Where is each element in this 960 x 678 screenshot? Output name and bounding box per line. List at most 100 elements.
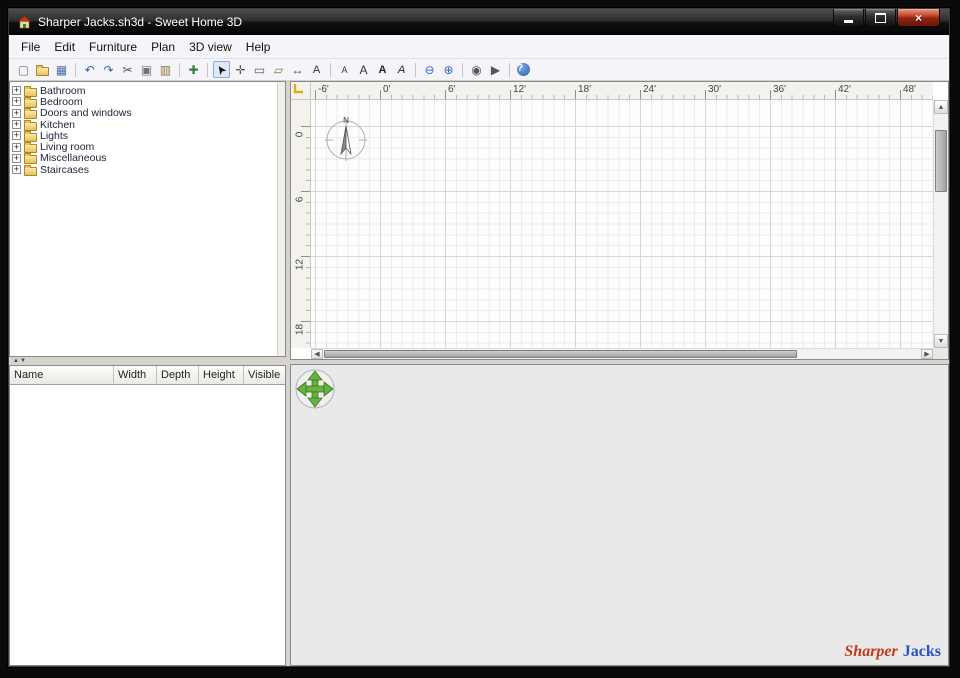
scroll-up-icon[interactable]: ▲ bbox=[934, 100, 948, 114]
create-dimensions-icon-glyph: ↔ bbox=[292, 63, 304, 77]
catalog-category-lights[interactable]: +Lights bbox=[12, 130, 275, 141]
undo-icon[interactable]: ↶ bbox=[81, 61, 98, 78]
expand-icon[interactable]: + bbox=[12, 131, 21, 140]
add-text-icon[interactable]: A bbox=[308, 61, 325, 78]
plan-canvas[interactable]: N bbox=[311, 100, 933, 348]
pan-tool-icon-glyph: ✛ bbox=[235, 63, 245, 77]
ruler-corner bbox=[291, 82, 311, 100]
menu-help[interactable]: Help bbox=[239, 37, 278, 57]
h-ruler-label: 6' bbox=[448, 84, 455, 95]
expand-icon[interactable]: + bbox=[12, 154, 21, 163]
close-icon: × bbox=[915, 11, 922, 25]
column-header-name[interactable]: Name bbox=[10, 366, 114, 385]
furniture-list-panel[interactable]: NameWidthDepthHeightVisible bbox=[9, 365, 286, 666]
save-icon-glyph: ▦ bbox=[56, 63, 67, 77]
copy-icon[interactable]: ▣ bbox=[138, 61, 155, 78]
cut-icon[interactable]: ✂ bbox=[119, 61, 136, 78]
3d-navigation-icon[interactable] bbox=[294, 368, 336, 410]
catalog-scrollbar[interactable] bbox=[277, 82, 285, 356]
redo-icon[interactable]: ↷ bbox=[100, 61, 117, 78]
scroll-right-icon[interactable]: ▶ bbox=[921, 349, 933, 359]
menu-plan[interactable]: Plan bbox=[144, 37, 182, 57]
decrease-text-size-icon[interactable]: A bbox=[336, 61, 353, 78]
create-walls-icon[interactable]: ▭ bbox=[251, 61, 268, 78]
zoom-out-icon-glyph: ⊖ bbox=[424, 63, 434, 77]
catalog-category-kitchen[interactable]: +Kitchen bbox=[12, 119, 275, 130]
save-icon[interactable]: ▦ bbox=[53, 61, 70, 78]
open-icon[interactable] bbox=[34, 61, 51, 78]
expand-icon[interactable]: + bbox=[12, 143, 21, 152]
compass-icon[interactable]: N bbox=[324, 114, 368, 162]
compass-north-label: N bbox=[343, 116, 349, 125]
column-header-depth[interactable]: Depth bbox=[157, 366, 199, 385]
create-photo-icon[interactable]: ◉ bbox=[468, 61, 485, 78]
menu-edit[interactable]: Edit bbox=[47, 37, 82, 57]
bold-icon[interactable]: A bbox=[374, 61, 391, 78]
select-tool-icon[interactable]: ➤ bbox=[213, 61, 230, 78]
expand-icon[interactable]: + bbox=[12, 109, 21, 118]
toolbar-separator bbox=[75, 63, 76, 77]
view-3d-panel[interactable]: SharperJacks bbox=[290, 364, 949, 666]
menu-3d-view[interactable]: 3D view bbox=[182, 37, 239, 57]
expand-icon[interactable]: + bbox=[12, 86, 21, 95]
column-header-height[interactable]: Height bbox=[199, 366, 244, 385]
create-rooms-icon[interactable]: ▱ bbox=[270, 61, 287, 78]
toolbar-separator bbox=[415, 63, 416, 77]
zoom-in-icon-glyph: ⊕ bbox=[443, 63, 453, 77]
menu-file[interactable]: File bbox=[14, 37, 47, 57]
zoom-in-icon[interactable]: ⊕ bbox=[440, 61, 457, 78]
expand-icon[interactable]: + bbox=[12, 165, 21, 174]
create-video-icon[interactable]: ▶ bbox=[487, 61, 504, 78]
paste-icon[interactable]: ▥ bbox=[157, 61, 174, 78]
h-ruler-label: 30' bbox=[708, 84, 721, 95]
h-ruler-label: 42' bbox=[838, 84, 851, 95]
add-furniture-icon[interactable]: ✚ bbox=[185, 61, 202, 78]
copy-icon-glyph: ▣ bbox=[141, 63, 152, 77]
furniture-catalog-panel[interactable]: +Bathroom+Bedroom+Doors and windows+Kitc… bbox=[9, 81, 286, 357]
pan-tool-icon[interactable]: ✛ bbox=[232, 61, 249, 78]
catalog-category-bedroom[interactable]: +Bedroom bbox=[12, 96, 275, 107]
catalog-list-splitter[interactable]: ▲▼ bbox=[9, 357, 286, 365]
column-header-visible[interactable]: Visible bbox=[244, 366, 285, 385]
splitter-arrows-icon[interactable]: ▲▼ bbox=[13, 357, 27, 365]
add-furniture-icon-glyph: ✚ bbox=[188, 63, 198, 77]
title-bar[interactable]: Sharper Jacks.sh3d - Sweet Home 3D × bbox=[9, 9, 949, 35]
horizontal-scroll-thumb[interactable] bbox=[324, 350, 797, 358]
help-icon[interactable]: ? bbox=[515, 61, 532, 78]
minimize-button[interactable] bbox=[833, 9, 864, 27]
catalog-category-staircases[interactable]: +Staircases bbox=[12, 164, 275, 175]
toolbar-separator bbox=[509, 63, 510, 77]
expand-icon[interactable]: + bbox=[12, 97, 21, 106]
folder-icon bbox=[24, 155, 37, 164]
scroll-down-icon[interactable]: ▼ bbox=[934, 334, 948, 348]
furniture-table-header: NameWidthDepthHeightVisible bbox=[10, 366, 285, 385]
italic-icon[interactable]: A bbox=[393, 61, 410, 78]
catalog-category-bathroom[interactable]: +Bathroom bbox=[12, 85, 275, 96]
plan-horizontal-scrollbar[interactable]: ◀ ▶ bbox=[311, 348, 933, 359]
folder-icon bbox=[24, 133, 37, 142]
maximize-button[interactable] bbox=[865, 9, 896, 27]
h-ruler-label: 12' bbox=[513, 84, 526, 95]
menu-furniture[interactable]: Furniture bbox=[82, 37, 144, 57]
column-header-width[interactable]: Width bbox=[114, 366, 157, 385]
catalog-category-doors-and-windows[interactable]: +Doors and windows bbox=[12, 108, 275, 119]
undo-icon-glyph: ↶ bbox=[84, 63, 94, 77]
expand-icon[interactable]: + bbox=[12, 120, 21, 129]
vertical-scroll-thumb[interactable] bbox=[935, 130, 947, 192]
increase-text-size-icon[interactable]: A bbox=[355, 61, 372, 78]
scroll-left-icon[interactable]: ◀ bbox=[311, 349, 323, 359]
plan-vertical-scrollbar[interactable]: ▲ ▼ bbox=[933, 100, 948, 348]
h-ruler-label: 48' bbox=[903, 84, 916, 95]
toolbar-separator bbox=[207, 63, 208, 77]
catalog-category-miscellaneous[interactable]: +Miscellaneous bbox=[12, 153, 275, 164]
folder-icon bbox=[24, 144, 37, 153]
select-tool-icon-glyph: ➤ bbox=[213, 61, 230, 77]
h-ruler-label: 0' bbox=[383, 84, 390, 95]
v-ruler-label: 18 bbox=[295, 321, 306, 339]
folder-icon bbox=[24, 99, 37, 108]
catalog-category-living-room[interactable]: +Living room bbox=[12, 141, 275, 152]
create-dimensions-icon[interactable]: ↔ bbox=[289, 61, 306, 78]
zoom-out-icon[interactable]: ⊖ bbox=[421, 61, 438, 78]
close-button[interactable]: × bbox=[897, 9, 940, 27]
new-file-icon[interactable]: ▢ bbox=[15, 61, 32, 78]
